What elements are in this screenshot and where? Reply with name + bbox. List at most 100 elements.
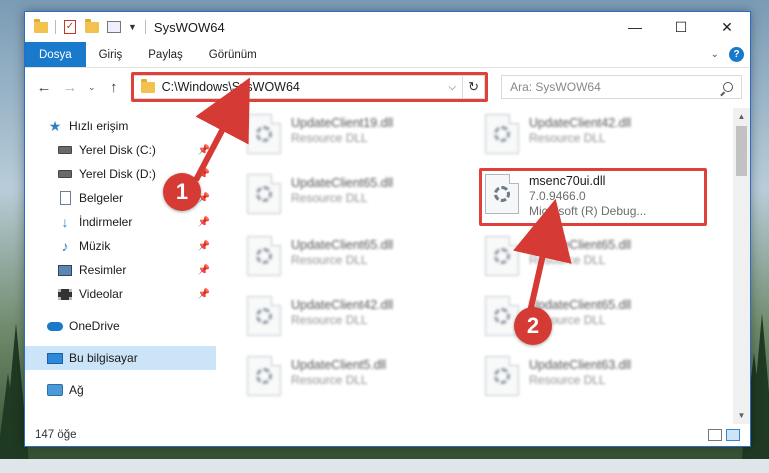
file-type: Resource DLL	[291, 373, 368, 387]
file-type: Resource DLL	[291, 191, 368, 205]
window-title: SysWOW64	[153, 19, 225, 35]
sidebar-item-label: Ağ	[69, 383, 84, 397]
sidebar-item-pictures[interactable]: Resimler 📌	[25, 258, 216, 282]
file-item[interactable]: UpdateClient65.dll Resource DLL	[485, 236, 705, 284]
pin-icon[interactable]: 📌	[198, 169, 210, 180]
address-dropdown-icon[interactable]: ⌵	[442, 82, 462, 93]
dll-file-icon	[485, 356, 519, 396]
sidebar-item-label: OneDrive	[69, 319, 120, 333]
scroll-thumb[interactable]	[736, 126, 747, 176]
sidebar-item-label: Yerel Disk (D:)	[79, 167, 156, 181]
address-bar[interactable]: C:\Windows\SysWOW64 ⌵ ↻	[130, 72, 488, 102]
file-name: UpdateClient65.dll	[291, 176, 394, 190]
pin-icon[interactable]: 📌	[198, 265, 210, 276]
tab-paylas[interactable]: Paylaş	[135, 42, 196, 67]
properties-check-icon[interactable]: ✓	[62, 19, 78, 35]
sidebar-item-music[interactable]: ♪ Müzik 📌	[25, 234, 216, 258]
download-icon: ↓	[61, 214, 69, 230]
search-icon[interactable]	[723, 82, 734, 92]
dll-file-icon	[485, 236, 519, 276]
sidebar-item-disk-c[interactable]: Yerel Disk (C:) 📌	[25, 138, 216, 162]
sidebar-item-downloads[interactable]: ↓ İndirmeler 📌	[25, 210, 216, 234]
folder-icon	[33, 18, 49, 35]
file-item[interactable]: UpdateClient19.dll Resource DLL	[247, 114, 467, 162]
file-item[interactable]: UpdateClient42.dll Resource DLL	[247, 296, 467, 344]
close-button[interactable]: ✕	[704, 12, 750, 42]
file-type: Resource DLL	[291, 131, 368, 145]
pin-icon[interactable]: 📌	[198, 289, 210, 300]
explorer-window: ✓ ▼ SysWOW64 — ☐ ✕ Dosya Giriş Paylaş Gö…	[24, 11, 751, 447]
disk-icon	[57, 167, 73, 181]
quick-access-dropdown-icon[interactable]: ▼	[128, 22, 137, 32]
file-name: UpdateClient65.dll	[291, 238, 394, 252]
tab-gorunum[interactable]: Görünüm	[196, 42, 270, 67]
sidebar-item-quick-access[interactable]: ★ Hızlı erişim	[25, 114, 216, 138]
videos-icon	[57, 287, 73, 301]
dll-file-icon	[247, 174, 281, 214]
help-icon[interactable]: ?	[729, 47, 744, 62]
sidebar-item-onedrive[interactable]: OneDrive	[25, 314, 216, 338]
file-highlight-box	[479, 168, 707, 226]
search-placeholder: Ara: SysWOW64	[510, 80, 601, 94]
search-input[interactable]: Ara: SysWOW64	[501, 75, 743, 99]
pin-icon[interactable]: 📌	[198, 145, 210, 156]
sidebar-item-this-pc[interactable]: Bu bilgisayar	[25, 346, 216, 370]
new-folder-icon[interactable]	[84, 18, 100, 35]
sidebar-item-label: Resimler	[79, 263, 127, 277]
star-icon: ★	[48, 117, 62, 134]
minimize-button[interactable]: —	[612, 12, 658, 42]
title-bar: ✓ ▼ SysWOW64 — ☐ ✕	[25, 12, 750, 42]
maximize-button[interactable]: ☐	[658, 12, 704, 42]
file-item[interactable]: UpdateClient5.dll Resource DLL	[247, 356, 467, 404]
tab-giris[interactable]: Giriş	[86, 42, 136, 67]
file-type: Resource DLL	[529, 131, 606, 145]
dll-file-icon	[247, 356, 281, 396]
sidebar-item-videos[interactable]: Videolar 📌	[25, 282, 216, 306]
disk-icon	[57, 143, 73, 157]
details-view-icon[interactable]	[708, 429, 722, 441]
vertical-scrollbar[interactable]: ▲ ▼	[733, 108, 750, 424]
up-button[interactable]: ↑	[103, 76, 125, 98]
file-name: UpdateClient63.dll	[529, 358, 632, 372]
divider	[55, 20, 56, 34]
customize-quick-access-icon[interactable]	[106, 19, 122, 35]
pin-icon[interactable]: 📌	[198, 217, 210, 228]
computer-icon	[47, 351, 63, 365]
recent-locations-button[interactable]: ⌄	[85, 76, 99, 98]
sidebar-item-network[interactable]: Ağ	[25, 378, 216, 402]
chevron-down-icon[interactable]: ⌄	[711, 49, 719, 60]
file-item[interactable]: UpdateClient65.dll Resource DLL	[247, 236, 467, 284]
cloud-icon	[47, 319, 63, 333]
navigation-bar: ← → ⌄ ↑ C:\Windows\SysWOW64 ⌵ ↻ Ara: Sys…	[25, 68, 750, 106]
address-path[interactable]: C:\Windows\SysWOW64	[162, 80, 300, 94]
file-name: UpdateClient65.dll	[529, 238, 632, 252]
sidebar-item-label: Hızlı erişim	[69, 119, 129, 133]
refresh-icon[interactable]: ↻	[462, 76, 484, 98]
scroll-down-icon[interactable]: ▼	[733, 407, 750, 424]
sidebar-item-label: İndirmeler	[79, 215, 133, 229]
callout-badge-1: 1	[163, 173, 201, 211]
file-item[interactable]: UpdateClient63.dll Resource DLL	[485, 356, 705, 404]
dll-file-icon	[485, 114, 519, 154]
music-icon: ♪	[61, 238, 69, 254]
forward-button[interactable]: →	[59, 76, 81, 98]
file-item[interactable]: UpdateClient42.dll Resource DLL	[485, 114, 705, 162]
folder-icon	[140, 78, 156, 95]
ribbon-tabs: Dosya Giriş Paylaş Görünüm ⌄ ?	[25, 42, 750, 68]
large-icons-view-icon[interactable]	[726, 429, 740, 441]
explorer-body: ★ Hızlı erişim Yerel Disk (C:) 📌 Yerel D…	[25, 108, 750, 424]
sidebar-item-label: Belgeler	[79, 191, 124, 205]
scroll-up-icon[interactable]: ▲	[733, 108, 750, 125]
sidebar-item-label: Bu bilgisayar	[69, 351, 138, 365]
back-button[interactable]: ←	[33, 76, 55, 98]
tab-dosya[interactable]: Dosya	[25, 42, 86, 67]
navigation-pane: ★ Hızlı erişim Yerel Disk (C:) 📌 Yerel D…	[25, 108, 217, 424]
document-icon	[57, 191, 73, 205]
item-count: 147 öğe	[35, 429, 77, 441]
file-item[interactable]: UpdateClient65.dll Resource DLL	[247, 174, 467, 222]
file-list: UpdateClient19.dll Resource DLL UpdateCl…	[217, 108, 750, 424]
file-type: Resource DLL	[529, 373, 606, 387]
sidebar-item-label: Yerel Disk (C:)	[79, 143, 156, 157]
callout-badge-2: 2	[514, 307, 552, 345]
pin-icon[interactable]: 📌	[198, 241, 210, 252]
